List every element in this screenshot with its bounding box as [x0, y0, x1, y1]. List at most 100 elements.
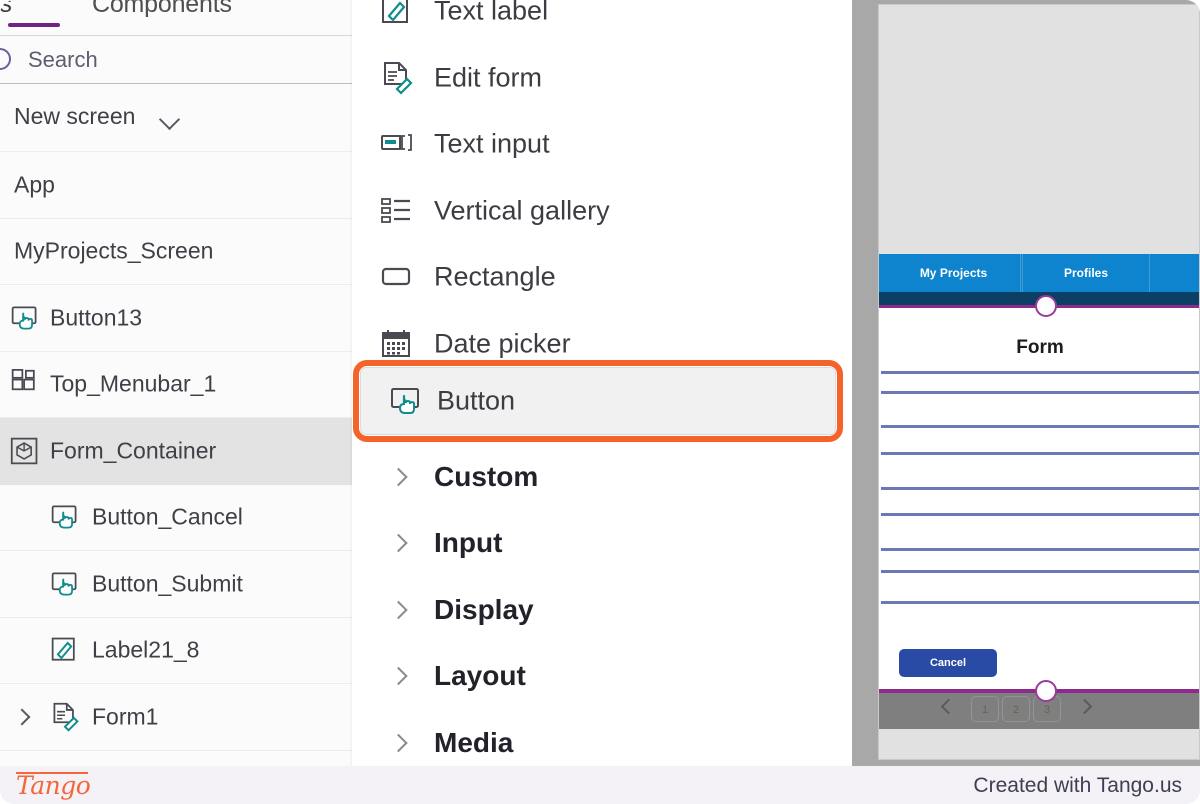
footer-bar: Tango Created with Tango.us — [0, 766, 1200, 804]
edit-form-icon — [50, 702, 80, 732]
form-field-divider — [881, 371, 1199, 374]
search-placeholder: Search — [28, 47, 98, 72]
tree-item-label: Button_Submit — [92, 570, 243, 597]
tree-item-form-container[interactable]: Form_Container — [0, 418, 352, 485]
cancel-button[interactable]: Cancel — [899, 649, 997, 677]
menu-item-rectangle[interactable]: Rectangle — [352, 244, 852, 311]
form-field-divider — [881, 570, 1199, 573]
tree-item-label: Button13 — [50, 304, 143, 331]
chevron-right-icon — [389, 733, 408, 752]
menu-item-label: Custom — [434, 460, 539, 492]
menu-item-label: Text input — [434, 128, 550, 159]
chevron-left-icon[interactable] — [940, 698, 957, 715]
menu-item-label: Display — [434, 593, 534, 625]
button-icon — [389, 384, 423, 418]
tree-item-myprojects-screen[interactable]: MyProjects_Screen — [0, 218, 352, 285]
chevron-right-icon — [389, 467, 408, 486]
edit-form-icon — [380, 61, 414, 95]
tree-item-label: MyProjects_Screen — [14, 237, 214, 264]
form-field-divider — [881, 391, 1199, 394]
chevron-right-icon — [389, 667, 408, 686]
form-field-divider — [881, 601, 1199, 604]
tree-item-form1[interactable]: Form1 — [0, 684, 352, 751]
menu-item-label: Layout — [434, 660, 526, 692]
form-field-divider — [881, 487, 1199, 490]
new-screen-label: New screen — [14, 103, 136, 129]
menu-item-label: Edit form — [434, 62, 543, 93]
menu-item-label: Media — [434, 726, 514, 758]
button-icon — [50, 502, 80, 532]
form-field-divider — [881, 548, 1199, 551]
menu-item-label: Date picker — [434, 328, 571, 359]
menu-item-text-label[interactable]: Text label — [352, 0, 852, 45]
page-number-2[interactable]: 2 — [1002, 696, 1030, 722]
tree-view-panel: ens Components Search New screen App MyPr… — [0, 0, 352, 766]
footer-credit: Created with Tango.us — [973, 774, 1182, 797]
tree-item-label: Button_Cancel — [92, 503, 243, 530]
menu-item-display[interactable]: Display — [352, 577, 852, 644]
canvas-empty-area — [879, 729, 1199, 759]
date-picker-icon — [380, 327, 414, 361]
menu-item-button-highlighted[interactable]: Button — [360, 367, 836, 435]
search-icon — [0, 48, 11, 70]
top-menubar: My Projects Profiles — [879, 254, 1199, 292]
tree-item-button-submit[interactable]: Button_Submit — [0, 551, 352, 618]
menu-item-media[interactable]: Media — [352, 710, 852, 767]
button-icon — [10, 303, 40, 333]
menu-item-edit-form[interactable]: Edit form — [352, 45, 852, 112]
menu-item-text-input[interactable]: Text input — [352, 111, 852, 178]
panel-tabs: ens Components — [0, 0, 352, 36]
form-field-divider — [881, 452, 1199, 455]
tree-item-button-cancel[interactable]: Button_Cancel — [0, 484, 352, 551]
nav-tab-profiles[interactable]: Profiles — [1022, 254, 1150, 292]
chevron-right-icon — [389, 534, 408, 553]
page-number-1[interactable]: 1 — [971, 696, 999, 722]
chevron-right-icon[interactable] — [1076, 698, 1093, 715]
tree-item-label: Form1 — [92, 703, 159, 730]
app-preview-panel: My Projects Profiles Form Cancel 1 2 3 — [868, 0, 1200, 766]
text-label-icon — [50, 635, 80, 665]
menu-scrollbar[interactable] — [852, 0, 868, 766]
text-input-icon — [380, 127, 414, 161]
menu-item-label: Vertical gallery — [434, 195, 610, 226]
chevron-right-icon[interactable] — [13, 708, 31, 726]
screen-tree: App MyProjects_Screen Button13 Top_Menuba… — [0, 152, 352, 751]
menu-item-label: Text label — [434, 0, 549, 26]
button-icon — [50, 569, 80, 599]
vertical-gallery-icon — [380, 194, 414, 228]
layout-grid-icon — [10, 369, 40, 399]
screenshot-root: ens Components Search New screen App MyPr… — [0, 0, 1200, 804]
menu-item-vertical-gallery[interactable]: Vertical gallery — [352, 178, 852, 245]
menu-item-custom[interactable]: Custom — [352, 444, 852, 511]
container-cube-icon — [10, 436, 40, 466]
form-field-divider — [881, 425, 1199, 428]
app-canvas[interactable]: My Projects Profiles Form Cancel 1 2 3 — [878, 4, 1200, 760]
form-container[interactable] — [879, 308, 1199, 690]
tab-screens[interactable]: ens — [0, 0, 12, 19]
resize-handle-top[interactable] — [1035, 295, 1057, 317]
chevron-down-icon — [158, 108, 181, 131]
tango-logo: Tango — [16, 771, 91, 800]
tree-item-app[interactable]: App — [0, 152, 352, 219]
new-screen-button[interactable]: New screen — [0, 84, 352, 152]
form-field-divider — [881, 513, 1199, 516]
resize-handle-bottom[interactable] — [1035, 680, 1057, 702]
tree-item-label: Label21_8 — [92, 636, 200, 663]
tree-item-label21-8[interactable]: Label21_8 — [0, 617, 352, 684]
menu-item-label: Input — [434, 527, 503, 559]
nav-tab-my-projects[interactable]: My Projects — [887, 254, 1021, 292]
menu-item-label: Rectangle — [434, 261, 556, 292]
tree-item-label: App — [14, 171, 55, 198]
text-label-icon — [380, 0, 414, 28]
menu-item-layout[interactable]: Layout — [352, 643, 852, 710]
form-title-label: Form — [1016, 337, 1064, 358]
menu-item-input[interactable]: Input — [352, 510, 852, 577]
tree-item-button13[interactable]: Button13 — [0, 285, 352, 352]
tab-active-indicator — [8, 23, 60, 27]
search-input[interactable]: Search — [0, 36, 352, 84]
tab-components[interactable]: Components — [92, 0, 232, 19]
rectangle-icon — [380, 260, 414, 294]
menu-item-label: Button — [437, 385, 516, 416]
tree-item-top-menubar-1[interactable]: Top_Menubar_1 — [0, 351, 352, 418]
tree-item-label: Top_Menubar_1 — [50, 370, 217, 397]
